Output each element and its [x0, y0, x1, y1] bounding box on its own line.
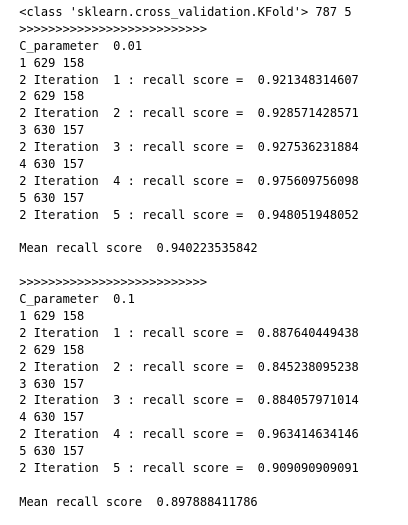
output-line: 2 Iteration 2 : recall score = 0.9285714…	[12, 106, 359, 121]
output-line: 3 630 157	[12, 376, 85, 391]
output-line: 1 629 158	[12, 309, 85, 324]
output-line: 2 Iteration 5 : recall score = 0.9090909…	[12, 461, 359, 476]
output-line: 2 629 158	[12, 342, 85, 357]
output-line: 1 629 158	[12, 55, 85, 70]
output-line: 3 630 157	[12, 123, 85, 138]
cell-output-area: <class 'sklearn.cross_validation.KFold'>…	[0, 0, 408, 525]
output-line: Mean recall score 0.940223535842	[12, 241, 258, 256]
output-line: C_parameter 0.01	[12, 38, 143, 53]
output-line: >>>>>>>>>>>>>>>>>>>>>>>>>>	[12, 21, 208, 36]
output-line: 2 Iteration 4 : recall score = 0.9634146…	[12, 427, 359, 442]
stdout-text: <class 'sklearn.cross_validation.KFold'>…	[12, 4, 408, 511]
output-line: 5 630 157	[12, 190, 85, 205]
output-line: >>>>>>>>>>>>>>>>>>>>>>>>>>	[12, 275, 208, 290]
output-line: C_parameter 0.1	[12, 292, 135, 307]
output-line: 5 630 157	[12, 444, 85, 459]
output-line: 2 Iteration 1 : recall score = 0.8876404…	[12, 325, 359, 340]
output-line: 2 Iteration 5 : recall score = 0.9480519…	[12, 207, 359, 222]
output-line: 4 630 157	[12, 157, 85, 172]
output-line: Mean recall score 0.897888411786	[12, 494, 258, 509]
output-line: 2 Iteration 3 : recall score = 0.9275362…	[12, 140, 359, 155]
output-line: 2 Iteration 3 : recall score = 0.8840579…	[12, 393, 359, 408]
output-line: 4 630 157	[12, 410, 85, 425]
output-line: 2 Iteration 2 : recall score = 0.8452380…	[12, 359, 359, 374]
output-line: <class 'sklearn.cross_validation.KFold'>…	[12, 5, 352, 19]
output-line: 2 Iteration 1 : recall score = 0.9213483…	[12, 72, 359, 87]
output-line: 2 Iteration 4 : recall score = 0.9756097…	[12, 173, 359, 188]
output-line: 2 629 158	[12, 89, 85, 104]
